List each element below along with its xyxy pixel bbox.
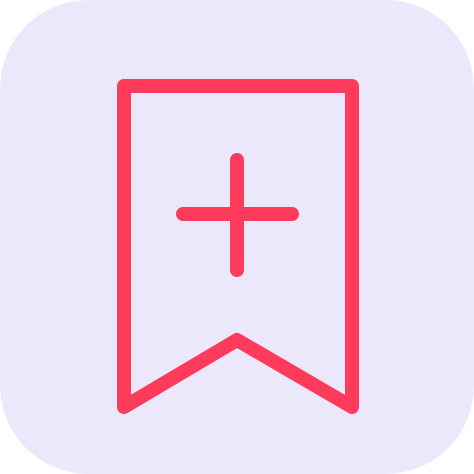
bookmark-add-app-icon[interactable] [0,0,474,474]
bookmark-add-icon [0,0,474,474]
